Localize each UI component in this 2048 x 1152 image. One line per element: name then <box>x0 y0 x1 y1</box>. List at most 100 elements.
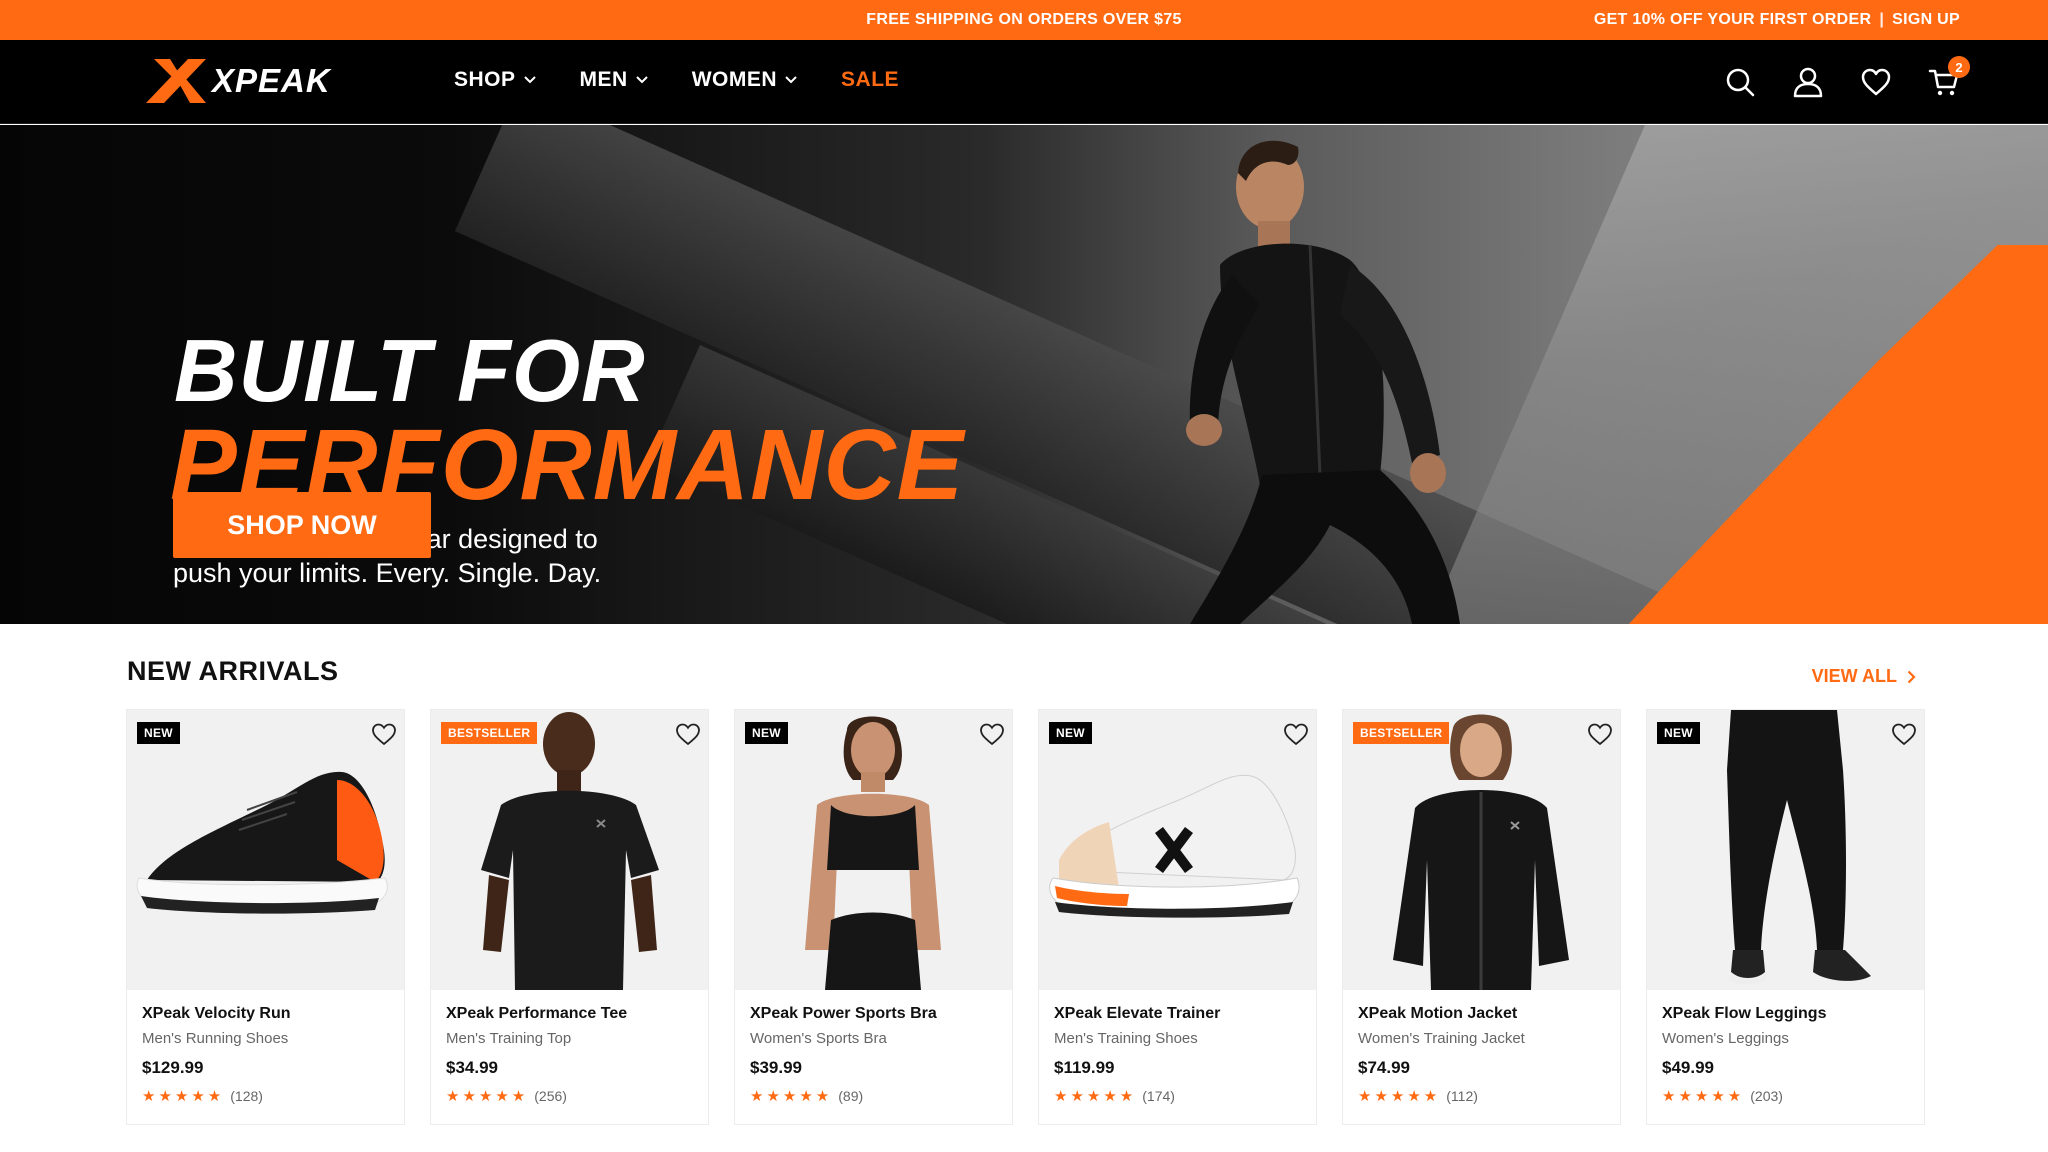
view-all-link[interactable]: VIEW ALL <box>1812 666 1916 687</box>
wishlist-toggle[interactable] <box>1282 720 1310 748</box>
product-tag: NEW <box>745 722 788 744</box>
search-icon <box>1726 68 1755 97</box>
wishlist-button[interactable] <box>1860 66 1892 98</box>
wishlist-toggle[interactable] <box>370 720 398 748</box>
star-rating-icons: ★★★★★ <box>446 1088 529 1105</box>
product-rating: ★★★★★ (112) <box>1358 1087 1478 1105</box>
product-image: BESTSELLER <box>431 710 708 990</box>
product-price: $74.99 <box>1358 1058 1410 1077</box>
product-name: XPeak Velocity Run <box>142 1005 291 1022</box>
heart-icon <box>1588 723 1612 746</box>
product-card[interactable]: NEW XPeak Flow Leggings Women's Leggings… <box>1646 709 1925 1125</box>
product-price: $39.99 <box>750 1058 802 1077</box>
chevron-right-icon <box>1907 670 1916 683</box>
product-category: Men's Training Top <box>446 1030 572 1047</box>
view-all-label: VIEW ALL <box>1811 666 1897 686</box>
wishlist-toggle[interactable] <box>978 720 1006 748</box>
star-rating-icons: ★★★★★ <box>142 1088 225 1105</box>
sports-bra-image <box>805 716 941 990</box>
wishlist-toggle[interactable] <box>1586 720 1614 748</box>
product-tag: NEW <box>1049 722 1092 744</box>
shop-now-button[interactable]: SHOP NOW <box>173 492 431 558</box>
cart-button[interactable]: 2 <box>1928 56 1970 98</box>
nav-women-label: WOMEN <box>691 68 778 91</box>
product-category: Women's Leggings <box>1662 1030 1789 1047</box>
product-rating: ★★★★★ (89) <box>750 1087 863 1105</box>
wishlist-toggle[interactable] <box>674 720 702 748</box>
nav-sale[interactable]: SALE <box>841 68 899 92</box>
logo-x-icon <box>146 59 206 103</box>
logo[interactable]: XPEAK <box>146 59 331 103</box>
account-button[interactable] <box>1792 66 1824 98</box>
product-name: XPeak Motion Jacket <box>1358 1005 1518 1022</box>
product-image: NEW <box>735 710 1012 990</box>
hero-subtitle-line2: push your limits. Every. Single. Day. <box>173 558 602 588</box>
star-rating-icons: ★★★★★ <box>1054 1088 1137 1105</box>
heart-icon <box>1892 723 1916 746</box>
product-category: Women's Training Jacket <box>1358 1030 1525 1047</box>
hero-title-line1: BUILT FOR <box>174 321 646 420</box>
first-order-offer: GET 10% OFF YOUR FIRST ORDER <box>1593 11 1872 28</box>
review-count: (112) <box>1446 1088 1478 1104</box>
heart-icon <box>676 723 700 746</box>
product-name: XPeak Power Sports Bra <box>750 1005 937 1022</box>
cart-count-badge: 2 <box>1948 56 1970 78</box>
heart-icon <box>1284 723 1308 746</box>
product-tag: NEW <box>1657 722 1700 744</box>
sign-up-link[interactable]: SIGN UP <box>1892 11 1960 29</box>
nav-women[interactable]: WOMEN <box>692 68 797 92</box>
product-name: XPeak Performance Tee <box>446 1005 628 1022</box>
search-button[interactable] <box>1724 66 1756 98</box>
product-category: Men's Training Shoes <box>1054 1030 1198 1047</box>
nav-men-label: MEN <box>579 68 628 91</box>
nav-shop[interactable]: SHOP <box>454 68 536 92</box>
nav-men[interactable]: MEN <box>580 68 648 92</box>
product-tag: NEW <box>137 722 180 744</box>
chevron-down-icon <box>523 76 536 84</box>
product-price: $119.99 <box>1054 1058 1115 1077</box>
product-price: $49.99 <box>1662 1058 1714 1077</box>
promo-right: GET 10% OFF YOUR FIRST ORDER | SIGN UP <box>1594 11 1960 29</box>
header-icons: 2 <box>1724 56 1970 98</box>
nav-shop-label: SHOP <box>454 68 516 91</box>
training-jacket-image <box>1393 714 1569 990</box>
star-rating-icons: ★★★★★ <box>1662 1088 1745 1105</box>
heart-icon <box>1861 68 1891 96</box>
product-card[interactable]: NEW XPeak Velocity Run Men's Running Sho… <box>126 709 405 1125</box>
product-image: BESTSELLER <box>1343 710 1620 990</box>
heart-icon <box>372 723 396 746</box>
product-card[interactable]: NEW XPeak Elevate Trainer Men's Training… <box>1038 709 1317 1125</box>
product-card[interactable]: BESTSELLER XPeak Motion Jacket Women's T… <box>1342 709 1621 1125</box>
leggings-image <box>1727 710 1871 985</box>
site-header: XPEAK SHOP MEN WOMEN SALE 2 <box>0 40 2048 124</box>
new-arrivals-title: NEW ARRIVALS <box>127 656 339 686</box>
product-category: Women's Sports Bra <box>750 1030 887 1047</box>
user-icon <box>1793 67 1823 98</box>
training-shoe-image <box>1049 774 1300 918</box>
product-price: $34.99 <box>446 1058 498 1077</box>
product-image: NEW <box>1039 710 1316 990</box>
product-card[interactable]: NEW XPeak Power Sports Bra Women's Sport… <box>734 709 1013 1125</box>
review-count: (203) <box>1750 1088 1783 1104</box>
star-rating-icons: ★★★★★ <box>1358 1088 1441 1105</box>
nav-sale-label: SALE <box>841 68 900 91</box>
training-tee-image <box>481 712 659 990</box>
chevron-down-icon <box>635 76 648 84</box>
promo-bar: FREE SHIPPING ON ORDERS OVER $75 GET 10%… <box>0 0 2048 40</box>
chevron-down-icon <box>785 76 797 84</box>
product-rating: ★★★★★ (256) <box>446 1087 567 1105</box>
review-count: (256) <box>534 1088 567 1104</box>
wishlist-toggle[interactable] <box>1890 720 1918 748</box>
review-count: (128) <box>230 1088 263 1104</box>
review-count: (174) <box>1142 1088 1175 1104</box>
logo-text: XPEAK <box>212 62 331 99</box>
product-tag: BESTSELLER <box>441 722 538 744</box>
review-count: (89) <box>838 1088 864 1104</box>
product-name: XPeak Flow Leggings <box>1662 1005 1827 1022</box>
hero-runner-image <box>1186 140 1460 624</box>
product-tag: BESTSELLER <box>1353 722 1450 744</box>
star-rating-icons: ★★★★★ <box>750 1088 833 1105</box>
product-card[interactable]: BESTSELLER XPeak Performance Tee Men's T… <box>430 709 709 1125</box>
product-grid: NEW XPeak Velocity Run Men's Running Sho… <box>126 709 1925 1125</box>
product-price: $129.99 <box>142 1058 204 1077</box>
